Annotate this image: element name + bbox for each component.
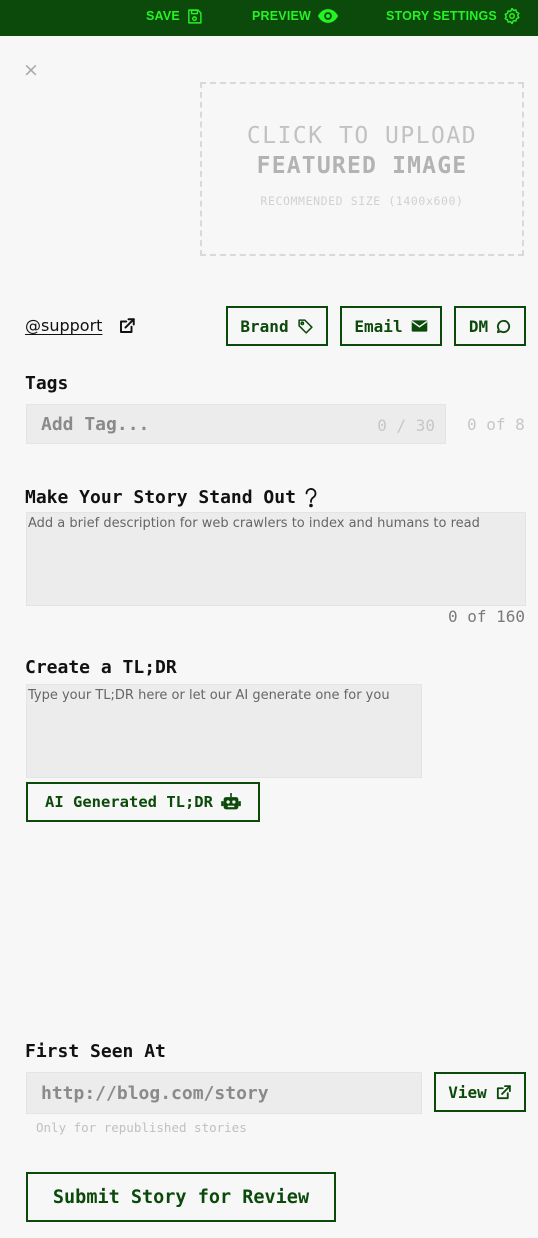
tag-icon — [297, 318, 313, 334]
upload-line-1: CLICK TO UPLOAD — [246, 123, 478, 149]
description-textarea[interactable]: Add a brief description for web crawlers… — [26, 512, 526, 606]
first-seen-url-placeholder: http://blog.com/story — [41, 1083, 269, 1104]
story-settings-button[interactable]: STORY SETTINGS — [386, 0, 521, 32]
tldr-placeholder: Type your TL;DR here or let our AI gener… — [28, 688, 390, 703]
republished-hint: Only for republished stories — [36, 1120, 247, 1135]
description-label: Make Your Story Stand Out — [25, 487, 296, 508]
first-seen-url-input[interactable]: http://blog.com/story — [26, 1072, 422, 1114]
tldr-textarea[interactable]: Type your TL;DR here or let our AI gener… — [26, 684, 422, 778]
email-button[interactable]: Email — [340, 306, 442, 346]
chat-bubble-icon — [497, 319, 511, 333]
save-button[interactable]: SAVE — [146, 0, 203, 32]
featured-image-upload[interactable]: CLICK TO UPLOAD FEATURED IMAGE RECOMMEND… — [200, 82, 524, 256]
ai-tldr-label: AI Generated TL;DR — [45, 793, 213, 811]
eye-icon — [317, 9, 339, 23]
gear-icon — [504, 7, 520, 25]
envelope-icon — [411, 320, 427, 332]
upload-recommended-size: RECOMMENDED SIZE (1400x600) — [260, 194, 464, 208]
external-link-icon[interactable] — [118, 317, 136, 335]
dm-button[interactable]: DM — [454, 306, 526, 346]
story-settings-label: STORY SETTINGS — [386, 9, 497, 23]
view-button[interactable]: View — [434, 1072, 526, 1112]
tag-input[interactable]: Add Tag... 0 / 30 — [26, 404, 446, 444]
save-icon — [188, 8, 202, 24]
top-bar: SAVE PREVIEW STORY SETTINGS — [0, 0, 538, 36]
description-placeholder: Add a brief description for web crawlers… — [28, 516, 480, 531]
preview-label: PREVIEW — [252, 9, 312, 23]
external-link-icon — [496, 1084, 511, 1099]
close-icon[interactable]: × — [22, 60, 40, 80]
description-heading: Make Your Story Stand Out — [25, 487, 318, 508]
robot-icon — [221, 793, 241, 810]
submit-label: Submit Story for Review — [52, 1186, 310, 1208]
upload-line-2: FEATURED IMAGE — [256, 153, 468, 179]
view-label: View — [448, 1082, 487, 1102]
tldr-label: Create a TL;DR — [25, 657, 177, 678]
submit-story-button[interactable]: Submit Story for Review — [26, 1172, 336, 1222]
tag-input-placeholder: Add Tag... — [41, 414, 150, 435]
tag-total-count: 0 of 8 — [467, 415, 525, 434]
email-label: Email — [354, 316, 403, 336]
brand-label: Brand — [240, 316, 289, 336]
first-seen-label: First Seen At — [25, 1041, 166, 1062]
brand-button[interactable]: Brand — [226, 306, 328, 346]
description-char-count: 0 of 160 — [447, 607, 525, 626]
save-label: SAVE — [146, 9, 180, 23]
preview-button[interactable]: PREVIEW — [252, 0, 339, 32]
author-handle-link[interactable]: @support — [25, 316, 102, 335]
dm-label: DM — [468, 316, 489, 336]
ai-tldr-button[interactable]: AI Generated TL;DR — [26, 782, 260, 822]
question-icon[interactable] — [304, 487, 318, 508]
tag-char-count: 0 / 30 — [377, 416, 435, 435]
tags-label: Tags — [25, 373, 69, 394]
